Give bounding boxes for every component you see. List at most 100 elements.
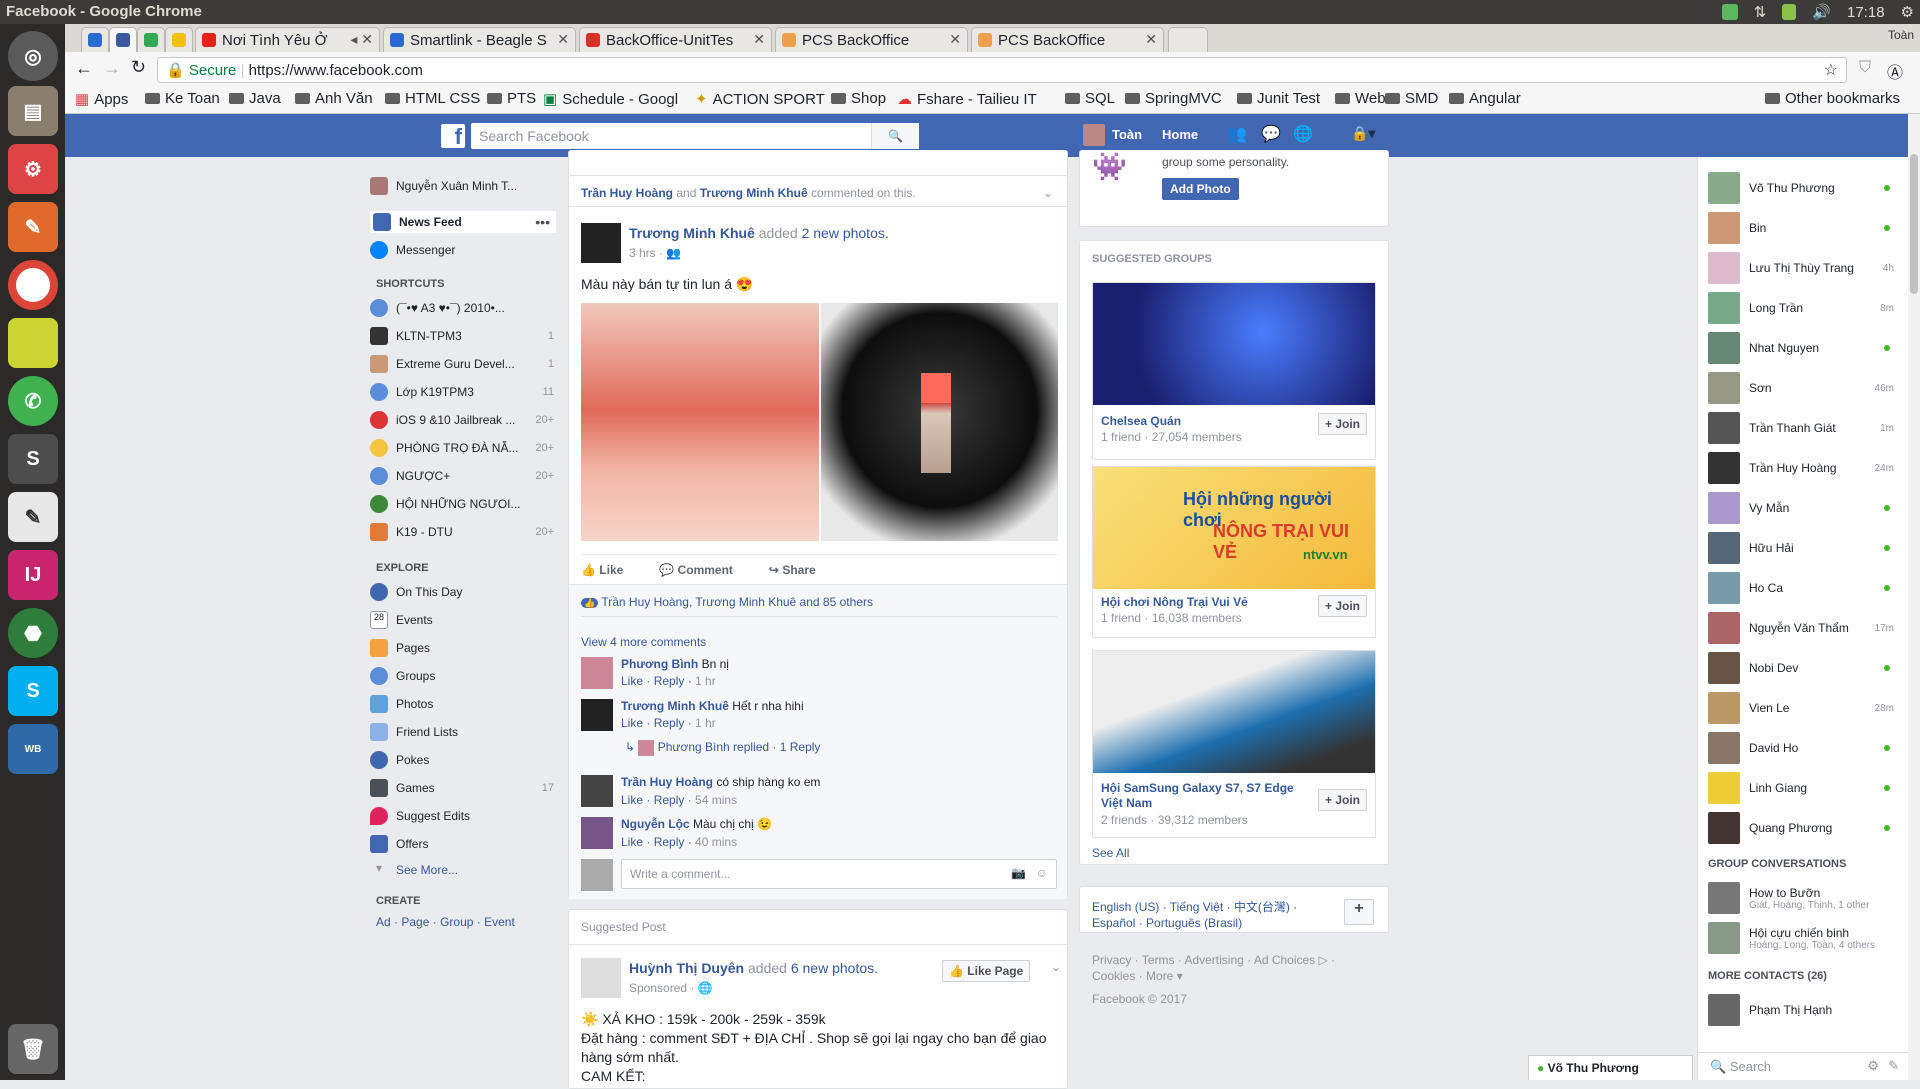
chat-contact[interactable]: David Ho <box>1708 732 1898 764</box>
chat-contact[interactable]: Sơn 46m <box>1708 372 1898 404</box>
explore-friend-lists[interactable]: Friend Lists <box>370 721 560 743</box>
settings-icon[interactable]: ⚙ <box>8 144 58 194</box>
shortcut-item[interactable]: NGƯỢC+ 20+ <box>370 465 560 487</box>
group-name[interactable]: Hội chơi Nông Trại Vui Vẻ <box>1101 595 1248 609</box>
group-cover[interactable] <box>1093 283 1375 405</box>
join-button[interactable]: + Join <box>1317 595 1367 617</box>
create-event-link[interactable]: Event <box>484 915 515 929</box>
share-button[interactable]: ↪ Share <box>769 563 816 577</box>
profile-link[interactable]: Toàn <box>1112 127 1142 142</box>
context-name[interactable]: Trần Huy Hoàng <box>581 186 673 200</box>
workbench-icon[interactable]: WB <box>8 724 58 774</box>
explore-photos[interactable]: Photos <box>370 693 560 715</box>
new-tab-button[interactable] <box>1168 27 1208 52</box>
notifications-icon[interactable]: 🌐 <box>1293 124 1313 144</box>
bookmark-apps[interactable]: ▦ Apps <box>75 90 128 109</box>
like-page-button[interactable]: 👍 Like Page <box>942 960 1031 982</box>
chat-settings-icon[interactable]: ⚙ <box>1867 1058 1879 1074</box>
home-link[interactable]: Home <box>1162 127 1198 142</box>
star-icon[interactable]: ☆ <box>1824 60 1838 80</box>
comment-button[interactable]: 💬 Comment <box>659 563 733 577</box>
nav-news-feed[interactable]: News Feed ••• <box>370 211 556 233</box>
power-icon[interactable]: ⚙ <box>1901 3 1914 21</box>
group-conversation[interactable]: How to Bưỡn Giát, Hoàng, Thịnh, 1 other <box>1708 882 1898 914</box>
android-icon[interactable]: ⬣ <box>8 608 58 658</box>
create-group-link[interactable]: Group <box>440 915 473 929</box>
chat-contact[interactable]: Bin <box>1708 212 1898 244</box>
skype-icon[interactable]: S <box>8 666 58 716</box>
extension-a-icon[interactable]: Ⓐ <box>1887 59 1903 83</box>
chat-contact[interactable]: Trần Huy Hoàng 24m <box>1708 452 1898 484</box>
tool-icon[interactable]: ✎ <box>8 202 58 252</box>
messages-icon[interactable]: 💬 <box>1261 124 1281 144</box>
tab-youtube[interactable]: Nơi Tình Yêu Ở ◂ ✕ <box>195 27 380 52</box>
quick-help-icon[interactable]: 🔒▾ <box>1351 125 1375 142</box>
footer-links[interactable]: Privacy · Terms · Advertising · Ad Choic… <box>1092 952 1392 968</box>
back-icon[interactable]: ← <box>75 58 93 79</box>
tab-gmail[interactable]: BackOffice-UnitTes ✕ <box>579 27 772 52</box>
bookmark-folder[interactable]: PTS <box>487 90 536 107</box>
avatar[interactable] <box>1083 124 1105 146</box>
tray-app-icon[interactable] <box>1782 4 1797 20</box>
post-time[interactable]: 3 hrs · 👥 <box>629 246 681 260</box>
scrollbar-thumb[interactable] <box>1910 154 1918 294</box>
bookmark-folder[interactable]: SpringMVC <box>1125 90 1222 107</box>
explore-games[interactable]: Games 17 <box>370 777 560 799</box>
chrome-icon[interactable] <box>8 260 58 310</box>
avatar[interactable] <box>581 223 621 263</box>
page-scrollbar[interactable] <box>1908 114 1920 1080</box>
chat-contact[interactable]: Phạm Thị Hạnh <box>1708 994 1898 1026</box>
add-language-button[interactable]: + <box>1344 899 1374 925</box>
like-button[interactable]: 👍 Like <box>581 563 623 577</box>
new-message-icon[interactable]: ✎ <box>1888 1058 1899 1074</box>
language-links[interactable]: English (US) · Tiếng Việt · 中文(台灣) · Esp… <box>1092 899 1332 931</box>
avatar[interactable] <box>581 657 613 689</box>
tab-pinned-4[interactable] <box>165 27 193 52</box>
explore-on-this-day[interactable]: On This Day <box>370 581 560 603</box>
reload-icon[interactable]: ↻ <box>131 57 146 78</box>
group-name[interactable]: Chelsea Quán <box>1101 414 1181 428</box>
post-photo-lips[interactable] <box>581 303 819 541</box>
post-photo-lipstick[interactable] <box>821 303 1058 541</box>
bookmark-folder[interactable]: Junit Test <box>1237 90 1320 107</box>
explore-pages[interactable]: Pages <box>370 637 560 659</box>
profile-name[interactable]: Toàn <box>1888 28 1914 42</box>
group-cover[interactable]: Hội những người chơi NÔNG TRẠI VUI VẺ nt… <box>1093 467 1375 589</box>
chat-contact[interactable]: Hữu Hải <box>1708 532 1898 564</box>
app-indicator-icon[interactable] <box>1721 4 1738 20</box>
menu-icon[interactable]: ⋮ <box>1913 58 1920 78</box>
chat-contact[interactable]: Nguyễn Văn Thẩm 17m <box>1708 612 1898 644</box>
chat-contact[interactable]: Quang Phương <box>1708 812 1898 844</box>
notes-icon[interactable] <box>8 318 58 368</box>
bookmark-folder[interactable]: HTML CSS <box>385 90 480 107</box>
group-cover[interactable] <box>1093 651 1375 773</box>
editor-icon[interactable]: ✎ <box>8 492 58 542</box>
create-ad-link[interactable]: Ad <box>376 915 391 929</box>
facebook-logo-icon[interactable]: f <box>441 124 465 149</box>
trash-icon[interactable]: 🗑 <box>8 1024 58 1074</box>
shortcut-item[interactable]: K19 - DTU 20+ <box>370 521 560 543</box>
explore-groups[interactable]: Groups <box>370 665 560 687</box>
chat-contact[interactable]: Vy Mẫn <box>1708 492 1898 524</box>
bookmark-schedule[interactable]: ▣ Schedule - Googl <box>543 90 678 109</box>
intellij-icon[interactable]: IJ <box>8 550 58 600</box>
shortcut-item[interactable]: PHÒNG TRỌ ĐÀ NẴ... 20+ <box>370 437 560 459</box>
whatsapp-icon[interactable]: ✆ <box>8 376 58 426</box>
see-more-link[interactable]: ▾ See More... <box>370 859 560 881</box>
shortcut-item[interactable]: KLTN-TPM3 1 <box>370 325 560 347</box>
bookmark-folder[interactable]: SMD <box>1385 90 1438 107</box>
tab-pcs-2[interactable]: PCS BackOffice ✕ <box>971 27 1164 52</box>
ubuntu-dash-icon[interactable]: ◎ <box>8 31 58 81</box>
reactions-summary[interactable]: 👍 Trần Huy Hoàng, Trương Minh Khuê and 8… <box>581 595 873 609</box>
extension-shield-icon[interactable]: ⛉ <box>1859 59 1871 77</box>
join-button[interactable]: + Join <box>1317 413 1367 435</box>
join-button[interactable]: + Join <box>1317 789 1367 811</box>
shortcut-item[interactable]: Lớp K19TPM3 11 <box>370 381 560 403</box>
bookmark-folder[interactable]: Web <box>1335 90 1386 107</box>
chat-contact[interactable]: Nhat Nguyen <box>1708 332 1898 364</box>
bookmark-folder[interactable]: SQL <box>1065 90 1115 107</box>
chat-contact[interactable]: Vien Le 28m <box>1708 692 1898 724</box>
group-conversation[interactable]: Hội cựu chiến binh Hoàng, Long, Toàn, 4 o… <box>1708 922 1898 954</box>
other-bookmarks[interactable]: Other bookmarks <box>1765 90 1900 107</box>
url-text[interactable]: https://www.facebook.com <box>249 62 423 79</box>
